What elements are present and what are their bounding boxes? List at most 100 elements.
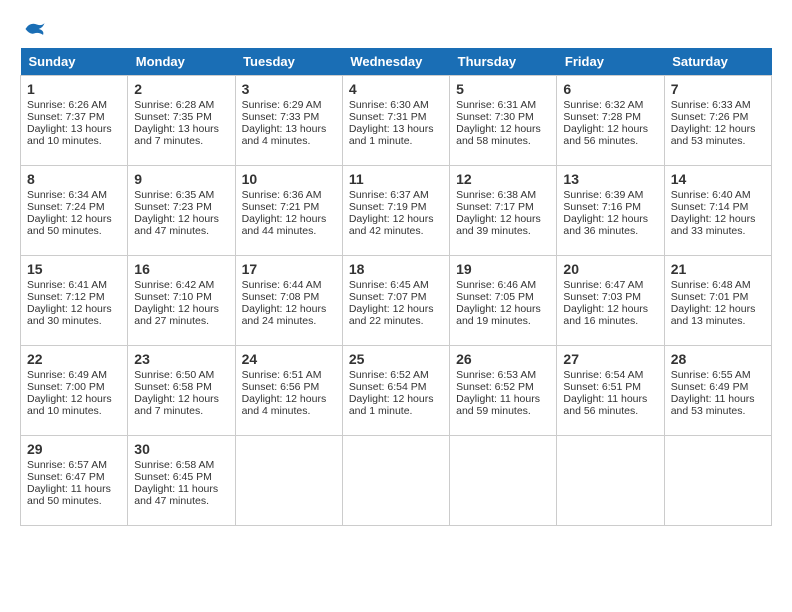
col-header-friday: Friday: [557, 48, 664, 76]
col-header-saturday: Saturday: [664, 48, 771, 76]
day-number: 29: [27, 441, 121, 457]
day-number: 10: [242, 171, 336, 187]
day-info: Sunrise: 6:54 AM: [563, 369, 657, 381]
day-number: 22: [27, 351, 121, 367]
day-info: Sunrise: 6:58 AM: [134, 459, 228, 471]
calendar-cell: 7 Sunrise: 6:33 AMSunset: 7:26 PMDaylight…: [664, 76, 771, 166]
day-info: Daylight: 12 hours and 13 minutes.: [671, 303, 765, 327]
calendar-cell: [664, 436, 771, 526]
day-info: Sunset: 7:21 PM: [242, 201, 336, 213]
day-info: Daylight: 12 hours and 42 minutes.: [349, 213, 443, 237]
day-info: Sunset: 7:17 PM: [456, 201, 550, 213]
day-number: 14: [671, 171, 765, 187]
logo: [20, 20, 48, 38]
day-info: Daylight: 12 hours and 27 minutes.: [134, 303, 228, 327]
calendar-cell: 17 Sunrise: 6:44 AMSunset: 7:08 PMDayligh…: [235, 256, 342, 346]
week-row-1: 1Sunrise: 6:26 AMSunset: 7:37 PMDaylight…: [21, 76, 772, 166]
calendar-cell: 5Sunrise: 6:31 AMSunset: 7:30 PMDaylight…: [450, 76, 557, 166]
day-info: Sunset: 6:47 PM: [27, 471, 121, 483]
day-number: 15: [27, 261, 121, 277]
week-row-3: 15Sunrise: 6:41 AMSunset: 7:12 PMDayligh…: [21, 256, 772, 346]
day-number: 6: [563, 81, 657, 97]
day-info: Daylight: 12 hours and 47 minutes.: [134, 213, 228, 237]
day-info: Sunset: 7:37 PM: [27, 111, 121, 123]
calendar-cell: 16Sunrise: 6:42 AMSunset: 7:10 PMDayligh…: [128, 256, 235, 346]
day-number: 13: [563, 171, 657, 187]
day-info: Daylight: 12 hours and 10 minutes.: [27, 393, 121, 417]
day-info: Sunset: 7:01 PM: [671, 291, 765, 303]
calendar-cell: 24Sunrise: 6:51 AMSunset: 6:56 PMDayligh…: [235, 346, 342, 436]
day-info: Sunset: 6:51 PM: [563, 381, 657, 393]
day-info: Sunset: 6:52 PM: [456, 381, 550, 393]
day-info: Sunset: 7:08 PM: [242, 291, 336, 303]
day-info: Sunrise: 6:31 AM: [456, 99, 550, 111]
calendar-header-row: SundayMondayTuesdayWednesdayThursdayFrid…: [21, 48, 772, 76]
calendar-cell: 20 Sunrise: 6:47 AMSunset: 7:03 PMDayligh…: [557, 256, 664, 346]
day-info: Sunrise: 6:29 AM: [242, 99, 336, 111]
day-number: 8: [27, 171, 121, 187]
calendar-cell: 28Sunrise: 6:55 AMSunset: 6:49 PMDayligh…: [664, 346, 771, 436]
day-info: Daylight: 12 hours and 53 minutes.: [671, 123, 765, 147]
calendar-cell: 25Sunrise: 6:52 AMSunset: 6:54 PMDayligh…: [342, 346, 449, 436]
day-info: Daylight: 12 hours and 44 minutes.: [242, 213, 336, 237]
day-info: Sunset: 7:19 PM: [349, 201, 443, 213]
day-info: Sunset: 7:14 PM: [671, 201, 765, 213]
calendar-cell: 29Sunrise: 6:57 AMSunset: 6:47 PMDayligh…: [21, 436, 128, 526]
calendar-cell: 10 Sunrise: 6:36 AMSunset: 7:21 PMDayligh…: [235, 166, 342, 256]
day-info: Sunrise: 6:33 AM: [671, 99, 765, 111]
col-header-sunday: Sunday: [21, 48, 128, 76]
day-info: Sunrise: 6:30 AM: [349, 99, 443, 111]
day-info: Sunset: 7:30 PM: [456, 111, 550, 123]
day-info: Daylight: 11 hours and 50 minutes.: [27, 483, 121, 507]
calendar-cell: 9Sunrise: 6:35 AMSunset: 7:23 PMDaylight…: [128, 166, 235, 256]
day-info: Sunset: 7:03 PM: [563, 291, 657, 303]
calendar-cell: 2Sunrise: 6:28 AMSunset: 7:35 PMDaylight…: [128, 76, 235, 166]
day-number: 17: [242, 261, 336, 277]
day-info: Daylight: 12 hours and 24 minutes.: [242, 303, 336, 327]
calendar-cell: 14Sunrise: 6:40 AMSunset: 7:14 PMDayligh…: [664, 166, 771, 256]
day-info: Sunset: 7:00 PM: [27, 381, 121, 393]
day-info: Sunset: 7:31 PM: [349, 111, 443, 123]
day-info: Sunrise: 6:35 AM: [134, 189, 228, 201]
day-info: Sunrise: 6:47 AM: [563, 279, 657, 291]
day-info: Daylight: 12 hours and 30 minutes.: [27, 303, 121, 327]
day-info: Sunrise: 6:36 AM: [242, 189, 336, 201]
day-number: 16: [134, 261, 228, 277]
day-number: 12: [456, 171, 550, 187]
day-info: Sunrise: 6:45 AM: [349, 279, 443, 291]
day-info: Daylight: 12 hours and 33 minutes.: [671, 213, 765, 237]
day-number: 3: [242, 81, 336, 97]
day-info: Daylight: 12 hours and 1 minute.: [349, 393, 443, 417]
day-number: 4: [349, 81, 443, 97]
calendar-cell: 12Sunrise: 6:38 AMSunset: 7:17 PMDayligh…: [450, 166, 557, 256]
day-number: 11: [349, 171, 443, 187]
day-number: 7: [671, 81, 765, 97]
calendar-cell: 18Sunrise: 6:45 AMSunset: 7:07 PMDayligh…: [342, 256, 449, 346]
day-info: Sunrise: 6:55 AM: [671, 369, 765, 381]
day-info: Sunrise: 6:51 AM: [242, 369, 336, 381]
col-header-tuesday: Tuesday: [235, 48, 342, 76]
day-info: Daylight: 13 hours and 10 minutes.: [27, 123, 121, 147]
day-info: Daylight: 12 hours and 16 minutes.: [563, 303, 657, 327]
day-number: 24: [242, 351, 336, 367]
day-info: Daylight: 12 hours and 19 minutes.: [456, 303, 550, 327]
day-info: Daylight: 11 hours and 47 minutes.: [134, 483, 228, 507]
day-info: Sunrise: 6:38 AM: [456, 189, 550, 201]
calendar-cell: [557, 436, 664, 526]
day-info: Sunset: 7:16 PM: [563, 201, 657, 213]
day-info: Sunrise: 6:42 AM: [134, 279, 228, 291]
day-info: Sunrise: 6:44 AM: [242, 279, 336, 291]
day-number: 27: [563, 351, 657, 367]
day-info: Sunrise: 6:41 AM: [27, 279, 121, 291]
day-number: 23: [134, 351, 228, 367]
calendar-cell: [235, 436, 342, 526]
day-info: Daylight: 12 hours and 22 minutes.: [349, 303, 443, 327]
week-row-2: 8Sunrise: 6:34 AMSunset: 7:24 PMDaylight…: [21, 166, 772, 256]
day-info: Sunset: 7:26 PM: [671, 111, 765, 123]
day-number: 30: [134, 441, 228, 457]
calendar-cell: 11Sunrise: 6:37 AMSunset: 7:19 PMDayligh…: [342, 166, 449, 256]
calendar-cell: 19Sunrise: 6:46 AMSunset: 7:05 PMDayligh…: [450, 256, 557, 346]
day-number: 20: [563, 261, 657, 277]
calendar-cell: 3Sunrise: 6:29 AMSunset: 7:33 PMDaylight…: [235, 76, 342, 166]
day-info: Sunrise: 6:46 AM: [456, 279, 550, 291]
